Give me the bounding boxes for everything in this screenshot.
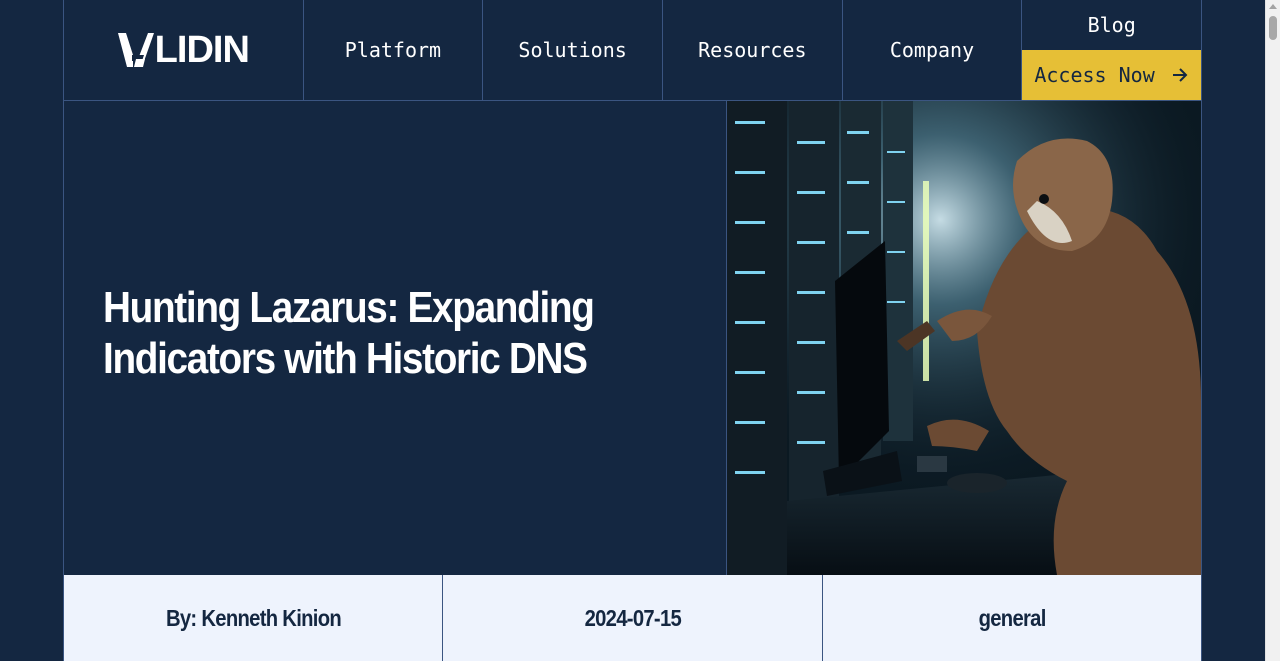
vertical-scrollbar[interactable]	[1265, 0, 1280, 661]
header-right: Blog Access Now	[1022, 0, 1202, 100]
nav-resources[interactable]: Resources	[663, 0, 843, 100]
logo-link[interactable]: LIDIN	[64, 0, 304, 100]
title-line-2: Indicators with Historic DNS	[103, 334, 588, 383]
hero-section: Hunting Lazarus: Expanding Indicators wi…	[63, 101, 1202, 575]
category-tag[interactable]: general	[978, 605, 1046, 632]
nav-platform[interactable]: Platform	[304, 0, 484, 100]
publish-date: 2024-07-15	[584, 604, 681, 631]
hero-text: Hunting Lazarus: Expanding Indicators wi…	[64, 101, 727, 575]
category-cell[interactable]: general	[823, 575, 1201, 661]
scroll-up-icon[interactable]	[1269, 4, 1277, 9]
date-cell: 2024-07-15	[443, 575, 823, 661]
page: LIDIN Platform Solutions Resources Compa…	[0, 0, 1280, 661]
author-cell: By: Kenneth Kinion	[64, 575, 444, 661]
hero-image	[727, 101, 1201, 575]
logo-text: LIDIN	[154, 28, 250, 71]
arrow-right-icon	[1173, 68, 1188, 82]
author: By: Kenneth Kinion	[165, 604, 342, 631]
nav-blog[interactable]: Blog	[1022, 0, 1201, 50]
access-now-button[interactable]: Access Now	[1022, 50, 1202, 100]
access-now-label: Access Now	[1034, 63, 1155, 87]
title-line-1: Hunting Lazarus: Expanding	[103, 283, 595, 332]
scrollbar-thumb[interactable]	[1269, 16, 1277, 40]
validin-v-mark-icon	[117, 33, 154, 67]
validin-logo: LIDIN	[117, 28, 250, 72]
nav-company[interactable]: Company	[843, 0, 1023, 100]
server-room-illustration	[727, 101, 1201, 575]
site-header: LIDIN Platform Solutions Resources Compa…	[63, 0, 1202, 101]
nav-solutions[interactable]: Solutions	[483, 0, 663, 100]
page-title: Hunting Lazarus: Expanding Indicators wi…	[103, 282, 649, 384]
article-meta: By: Kenneth Kinion 2024-07-15 general	[63, 575, 1202, 661]
